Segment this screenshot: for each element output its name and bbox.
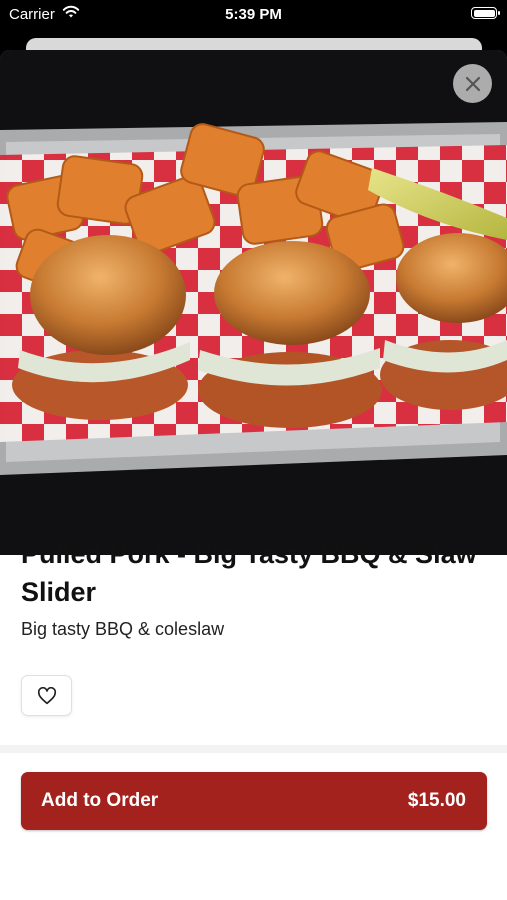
clock: 5:39 PM <box>225 6 282 23</box>
close-button[interactable] <box>453 64 492 103</box>
heart-icon <box>37 686 56 704</box>
item-price: $15.00 <box>407 790 466 811</box>
item-photo <box>0 50 507 555</box>
item-title: Pulled Pork - Big Tasty BBQ & Slaw Slide… <box>21 539 477 607</box>
favorite-button[interactable] <box>21 675 72 716</box>
status-bar: Carrier 5:39 PM <box>0 0 507 30</box>
close-icon <box>465 76 480 91</box>
add-to-order-label: Add to Order <box>41 790 159 811</box>
divider <box>0 745 507 753</box>
item-info: Pulled Pork - Big Tasty BBQ & Slaw Slide… <box>21 535 481 640</box>
item-description: Big tasty BBQ & coleslaw <box>21 619 225 639</box>
add-to-order-button[interactable]: Add to Order $15.00 <box>21 772 487 830</box>
item-photo-illustration <box>0 50 507 555</box>
battery-icon <box>471 7 500 19</box>
